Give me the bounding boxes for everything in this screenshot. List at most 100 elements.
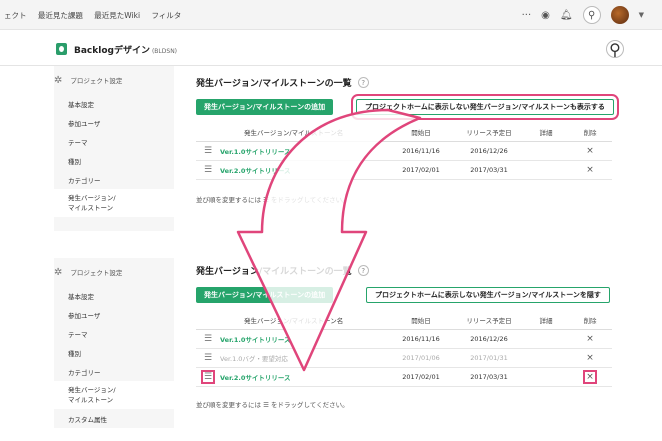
- milestone-table: 発生バージョン/マイルストーン名 開始日 リリース予定日 詳細 削除 ☰ Ver…: [196, 122, 612, 180]
- table-row: ☰ Ver.1.0サイトリリース 2016/11/16 2016/12/26 ×: [196, 142, 612, 161]
- table-header: 発生バージョン/マイルストーン名 開始日 リリース予定日 詳細 削除: [196, 122, 612, 142]
- table-row: ☰ Ver.2.0サイトリリース 2017/02/01 2017/03/31 ×: [196, 368, 612, 387]
- nav-recent-issues[interactable]: 最近見た課題: [38, 11, 83, 20]
- header-name[interactable]: 発生バージョン/マイルストーン名: [220, 315, 388, 325]
- nav-project[interactable]: ェクト: [4, 11, 27, 20]
- drag-handle-icon[interactable]: ☰: [196, 334, 220, 344]
- sidebar-item-theme[interactable]: テーマ: [54, 132, 174, 151]
- global-nav: ェクト 最近見た課題 最近見たWiki フィルタ: [4, 10, 190, 21]
- sidebar-item-theme[interactable]: テーマ: [54, 324, 174, 343]
- sidebar-item-categories[interactable]: カテゴリー: [54, 362, 174, 381]
- project-logo-icon: [56, 43, 67, 55]
- delete-icon[interactable]: ×: [568, 334, 612, 344]
- drag-handle-icon[interactable]: ☰: [196, 165, 220, 175]
- more-icon[interactable]: ···: [522, 10, 532, 21]
- add-milestone-button[interactable]: 発生バージョン/マイルストーンの追加: [196, 287, 334, 303]
- drag-handle-highlight: ☰: [200, 370, 216, 384]
- sidebar-item-milestones[interactable]: 発生バージョン/ マイルストーン: [54, 189, 174, 217]
- header-icons: ··· ◉ 🔔︎ ⚲ ▼: [522, 6, 644, 24]
- avatar[interactable]: [610, 6, 629, 24]
- settings-sidebar: ✲ プロジェクト設定 基本設定 参加ユーザ テーマ 種別 カテゴリー 発生バージョ…: [54, 258, 174, 428]
- nav-filter[interactable]: フィルタ: [151, 11, 181, 20]
- project-key: (BLDSN): [151, 48, 178, 55]
- help-icon[interactable]: ?: [357, 77, 369, 88]
- gear-icon: ✲: [54, 266, 63, 278]
- page-title-text: 発生バージョン/マイルストーンの一覧: [196, 79, 352, 89]
- header-name[interactable]: 発生バージョン/マイルストーン名: [220, 127, 388, 137]
- sidebar-item-milestones[interactable]: 発生バージョン/ マイルストーン: [54, 381, 174, 409]
- delete-icon[interactable]: ×: [568, 165, 612, 175]
- reorder-note: 並び順を変更するには ☰ をドラッグしてください。: [196, 399, 349, 409]
- milestone-name-link[interactable]: Ver.1.0サイトリリース: [220, 334, 388, 344]
- eye-icon[interactable]: ◉: [541, 10, 550, 21]
- sidebar-item-users[interactable]: 参加ユーザ: [54, 113, 174, 132]
- help-icon[interactable]: ?: [357, 265, 369, 276]
- project-title[interactable]: Backlogデザイン (BLDSN): [74, 43, 177, 56]
- chevron-down-icon[interactable]: ▼: [639, 11, 644, 19]
- header-release[interactable]: リリース予定日: [454, 315, 524, 325]
- start-date: 2017/02/01: [402, 373, 440, 381]
- milestone-name-link[interactable]: Ver.1.0サイトリリース: [220, 146, 388, 156]
- sidebar-item-types[interactable]: 種別: [54, 343, 174, 362]
- reorder-note: 並び順を変更するには ☰ をドラッグしてください。: [196, 196, 349, 204]
- header-release[interactable]: リリース予定日: [454, 127, 524, 137]
- milestone-name-link[interactable]: Ver.1.0バグ・要望対応: [220, 353, 388, 363]
- reorder-note-post: をドラッグしてください。: [270, 401, 349, 409]
- nav-recent-wiki[interactable]: 最近見たWiki: [94, 11, 140, 20]
- milestone-name-link[interactable]: Ver.2.0サイトリリース: [220, 372, 388, 382]
- project-search-icon[interactable]: ⚲: [606, 40, 624, 59]
- drag-handle-icon[interactable]: ☰: [196, 370, 220, 384]
- header-delete: 削除: [583, 128, 597, 137]
- sidebar-item-categories[interactable]: カテゴリー: [54, 170, 174, 189]
- start-date: 2016/11/16: [402, 147, 440, 155]
- global-header: ェクト 最近見た課題 最近見たWiki フィルタ ··· ◉ 🔔︎ ⚲ ▼: [0, 0, 662, 30]
- bottom-settings-panel: ✲ プロジェクト設定 基本設定 参加ユーザ テーマ 種別 カテゴリー 発生バージョ…: [0, 258, 662, 428]
- project-header: Backlogデザイン (BLDSN) ⚲: [0, 30, 662, 66]
- sidebar-item-custom-fields[interactable]: カスタム属性: [54, 409, 174, 428]
- delete-highlight: ×: [583, 370, 597, 384]
- drag-handle-icon: ☰: [263, 401, 269, 409]
- delete-icon[interactable]: ×: [568, 353, 612, 363]
- hide-milestones-button[interactable]: プロジェクトホームに表示しない発生バージョン/マイルストーンを隠す: [366, 287, 610, 303]
- page-title-text: 発生バージョン/マイルストーンの一覧: [196, 267, 352, 277]
- header-detail: 詳細: [539, 128, 553, 137]
- release-date: 2016/12/26: [470, 147, 508, 155]
- settings-sidebar: ✲ プロジェクト設定 基本設定 参加ユーザ テーマ 種別 カテゴリー 発生バージョ…: [54, 66, 174, 231]
- header-start[interactable]: 開始日: [388, 315, 454, 325]
- drag-handle-icon[interactable]: ☰: [196, 353, 220, 363]
- milestone-name-link[interactable]: Ver.2.0サイトリリース: [220, 165, 388, 175]
- bell-icon[interactable]: 🔔︎: [560, 10, 573, 21]
- search-icon[interactable]: ⚲: [582, 6, 601, 24]
- delete-icon[interactable]: ×: [568, 146, 612, 156]
- release-date: 2017/01/31: [470, 354, 508, 362]
- gear-icon: ✲: [54, 74, 63, 86]
- top-settings-panel: ✲ プロジェクト設定 基本設定 参加ユーザ テーマ 種別 カテゴリー 発生バージョ…: [0, 66, 662, 231]
- sidebar-item-types[interactable]: 種別: [54, 151, 174, 170]
- project-name: Backlogデザイン: [74, 46, 150, 56]
- sidebar-heading-label: プロジェクト設定: [70, 77, 123, 85]
- table-row: ☰ Ver.2.0サイトリリース 2017/02/01 2017/03/31 ×: [196, 161, 612, 180]
- sidebar-heading: ✲ プロジェクト設定: [54, 258, 174, 286]
- drag-handle-icon[interactable]: ☰: [196, 146, 220, 156]
- header-start[interactable]: 開始日: [388, 127, 454, 137]
- show-hidden-milestones-button[interactable]: プロジェクトホームに表示しない発生バージョン/マイルストーンも表示する: [351, 94, 619, 120]
- add-milestone-button[interactable]: 発生バージョン/マイルストーンの追加: [196, 99, 334, 115]
- page-title: 発生バージョン/マイルストーンの一覧?: [196, 264, 369, 277]
- sidebar-heading-label: プロジェクト設定: [70, 269, 123, 277]
- delete-icon[interactable]: ×: [568, 370, 612, 384]
- start-date: 2017/02/01: [402, 166, 440, 174]
- table-header: 発生バージョン/マイルストーン名 開始日 リリース予定日 詳細 削除: [196, 310, 612, 330]
- header-detail: 詳細: [539, 316, 553, 325]
- release-date: 2017/03/31: [470, 166, 508, 174]
- sidebar-heading: ✲ プロジェクト設定: [54, 66, 174, 94]
- header-delete: 削除: [583, 316, 597, 325]
- start-date: 2016/11/16: [402, 335, 440, 343]
- table-row: ☰ Ver.1.0バグ・要望対応 2017/01/06 2017/01/31 ×: [196, 349, 612, 368]
- reorder-note-pre: 並び順を変更するには: [196, 401, 261, 409]
- sidebar-item-users[interactable]: 参加ユーザ: [54, 305, 174, 324]
- sidebar-item-basic[interactable]: 基本設定: [54, 286, 174, 305]
- milestone-table: 発生バージョン/マイルストーン名 開始日 リリース予定日 詳細 削除 ☰ Ver…: [196, 310, 612, 387]
- sidebar-item-basic[interactable]: 基本設定: [54, 94, 174, 113]
- release-date: 2016/12/26: [470, 335, 508, 343]
- start-date: 2017/01/06: [402, 354, 440, 362]
